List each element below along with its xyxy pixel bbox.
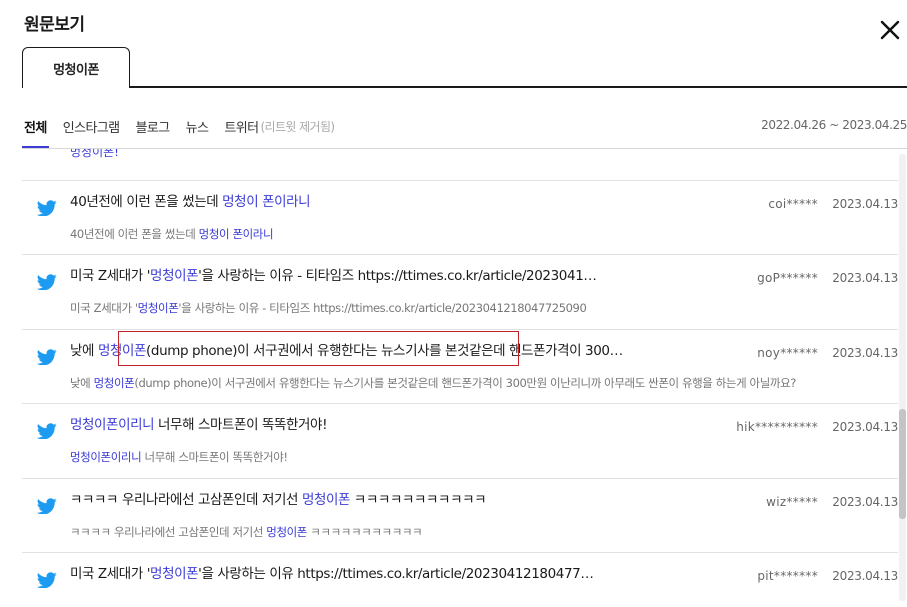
keyword-highlight: 멍청이폰 (150, 566, 199, 582)
keyword-highlight: 멍청이폰이리니 (70, 450, 142, 464)
post-headline[interactable]: ㅋㅋㅋㅋ 우리나라에선 고삼폰인데 저기선 멍청이폰 ㅋㅋㅋㅋㅋㅋㅋㅋㅋㅋㅋ (70, 490, 670, 510)
post-date: 2023.04.13 (832, 420, 898, 434)
filter-news[interactable]: 뉴스 (186, 117, 209, 136)
keyword-highlight: 멍청이폰 (266, 525, 307, 539)
post-headline[interactable]: 미국 Z세대가 '멍청이폰'을 사랑하는 이유 https://ttimes.c… (70, 564, 670, 584)
post-user: pit******* (757, 569, 818, 583)
page-title: 원문보기 (24, 15, 85, 35)
list-item[interactable]: 멍청이폰이리니 너무해 스마트폰이 똑똑한거야! 멍청이폰이리니 너무해 스마트폰… (22, 403, 898, 477)
twitter-icon (36, 497, 57, 515)
post-list: 멍청이폰! 40년전에 이런 폰을 썼는데 멍청이 폰이라니 40년전에 이런 폰… (22, 149, 907, 607)
post-snippet: 40년전에 이런 폰을 썼는데 멍청이 폰이라니 (70, 227, 274, 241)
twitter-icon (36, 273, 57, 291)
tab-keyword[interactable]: 멍청이폰 (22, 47, 130, 88)
keyword-highlight: 멍청이폰 (137, 301, 179, 315)
post-user: wiz***** (766, 495, 818, 509)
filter-instagram[interactable]: 인스타그램 (63, 117, 120, 136)
filter-all[interactable]: 전체 (22, 117, 49, 149)
list-item[interactable]: 미국 Z세대가 '멍청이폰'을 사랑하는 이유 - 티타임즈 https://t… (22, 254, 898, 328)
post-headline[interactable]: 40년전에 이런 폰을 썼는데 멍청이 폰이라니 (70, 192, 670, 212)
post-date: 2023.04.13 (832, 271, 898, 285)
post-date: 2023.04.13 (832, 495, 898, 509)
source-filter-bar: 전체 인스타그램 블로그 뉴스 트위터 (리트윗 제거됨) (22, 116, 335, 149)
post-snippet: ㅋㅋㅋㅋ 우리나라에선 고삼폰인데 저기선 멍청이폰 ㅋㅋㅋㅋㅋㅋㅋㅋㅋㅋㅋ (70, 525, 423, 539)
post-snippet: 미국 Z세대가 '멍청이폰'을 사랑하는 이유 - 티타임즈 https://t… (70, 301, 587, 315)
post-user: noy****** (757, 346, 818, 360)
twitter-icon (36, 199, 57, 217)
keyword-highlight: 멍청이 폰이라니 (222, 194, 311, 210)
highlight-box (118, 331, 519, 366)
keyword-highlight: 멍청이폰 (301, 492, 351, 508)
scrollbar-thumb[interactable] (899, 409, 906, 519)
list-item[interactable]: 미국 Z세대가 '멍청이폰'을 사랑하는 이유 https://ttimes.c… (22, 552, 898, 607)
scrollbar-track[interactable] (899, 154, 906, 601)
tab-bar-line (22, 86, 907, 88)
post-user: hik********** (736, 420, 818, 434)
twitter-icon (36, 571, 57, 589)
date-range: 2022.04.26 ~ 2023.04.25 (761, 118, 907, 132)
keyword-highlight: 멍청이폰 (93, 376, 135, 390)
twitter-icon (36, 348, 57, 366)
post-snippet: 멍청이폰이리니 너무해 스마트폰이 똑똑한거야! (70, 450, 288, 464)
keyword-highlight: 멍청이폰 (150, 268, 199, 284)
keyword-highlight: 멍청이폰이리니 (70, 417, 155, 433)
post-snippet: 낮에 멍청이폰(dump phone)이 서구권에서 유행한다는 뉴스기사를 본… (70, 376, 796, 390)
list-item[interactable]: ㅋㅋㅋㅋ 우리나라에선 고삼폰인데 저기선 멍청이폰 ㅋㅋㅋㅋㅋㅋㅋㅋㅋㅋㅋㅋㅋ… (22, 478, 898, 552)
post-date: 2023.04.13 (832, 197, 898, 211)
filter-blog[interactable]: 블로그 (136, 117, 171, 136)
twitter-retweet-note: (리트윗 제거됨) (260, 119, 335, 134)
twitter-icon (36, 422, 57, 440)
post-date: 2023.04.13 (832, 346, 898, 360)
list-item[interactable]: 40년전에 이런 폰을 썼는데 멍청이 폰이라니 40년전에 이런 폰을 썼는데 … (22, 180, 898, 254)
close-icon[interactable] (878, 18, 902, 42)
post-user: coi***** (768, 197, 818, 211)
post-headline[interactable]: 멍청이폰이리니 너무해 스마트폰이 똑똑한거야! (70, 415, 670, 435)
filter-twitter[interactable]: 트위터 (224, 117, 259, 136)
post-date: 2023.04.13 (832, 569, 898, 583)
post-headline[interactable]: 미국 Z세대가 '멍청이폰'을 사랑하는 이유 - 티타임즈 https://t… (70, 266, 670, 286)
partial-snippet: 멍청이폰! (70, 149, 119, 159)
keyword-highlight: 멍청이 폰이라니 (198, 227, 274, 241)
post-user: goP****** (757, 271, 818, 285)
